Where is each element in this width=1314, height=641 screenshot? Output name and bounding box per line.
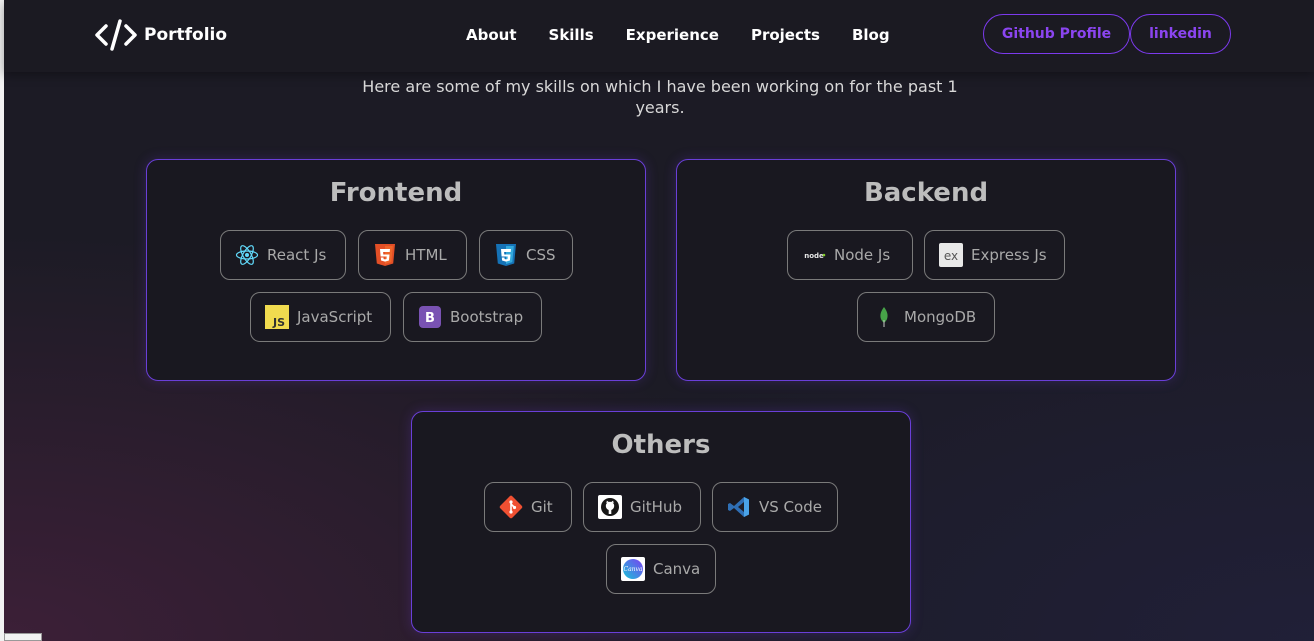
bootstrap-icon: B [418, 305, 442, 329]
vscode-icon [727, 495, 751, 519]
skill-chip-canva: Canva Canva [606, 544, 716, 594]
skill-label: React Js [267, 246, 327, 264]
svg-text:JS: JS [272, 316, 285, 329]
svg-text:node: node [804, 252, 824, 260]
skill-chip-vscode: VS Code [712, 482, 838, 532]
svg-text:B: B [425, 311, 435, 326]
skill-label: Node Js [834, 246, 891, 264]
skill-label: Git [531, 498, 553, 516]
javascript-icon: JS [265, 305, 289, 329]
backend-card: Backend node Node Js ex Express Js Mongo… [676, 159, 1176, 381]
git-icon [499, 495, 523, 519]
skills-intro: Here are some of my skills on which I ha… [362, 77, 958, 117]
skill-chip-css: CSS [479, 230, 573, 280]
navbar: Portfolio About Skills Experience Projec… [4, 0, 1314, 72]
html5-icon [373, 243, 397, 267]
skill-chip-git: Git [484, 482, 572, 532]
skill-chip-react: React Js [220, 230, 346, 280]
code-icon [94, 18, 138, 52]
svg-text:Canva: Canva [624, 566, 643, 573]
skill-label: CSS [526, 246, 556, 264]
others-card: Others Git GitHub VS Code Canva Canva [411, 411, 911, 633]
logo[interactable]: Portfolio [94, 18, 227, 52]
css3-icon [494, 243, 518, 267]
nav-link-experience[interactable]: Experience [626, 26, 719, 44]
skill-chip-nodejs: node Node Js [787, 230, 913, 280]
skill-label: Express Js [971, 246, 1047, 264]
nav-link-about[interactable]: About [466, 26, 517, 44]
skill-chip-mongodb: MongoDB [857, 292, 995, 342]
skill-label: Canva [653, 560, 701, 578]
skill-label: HTML [405, 246, 447, 264]
skill-label: VS Code [759, 498, 822, 516]
skill-label: JavaScript [297, 308, 373, 326]
nav-link-blog[interactable]: Blog [852, 26, 890, 44]
nav-menu: About Skills Experience Projects Blog [466, 26, 890, 44]
skill-chip-javascript: JS JavaScript [250, 292, 391, 342]
skill-chip-github: GitHub [583, 482, 701, 532]
logo-text: Portfolio [144, 25, 228, 45]
nodejs-icon: node [802, 243, 826, 267]
skill-chip-bootstrap: B Bootstrap [403, 292, 542, 342]
skill-label: GitHub [630, 498, 682, 516]
window-edge [0, 0, 4, 641]
skill-label: Bootstrap [450, 308, 524, 326]
frontend-card: Frontend React Js HTML CSS JS JavaScript… [146, 159, 646, 381]
skill-chip-html: HTML [358, 230, 467, 280]
github-profile-button[interactable]: Github Profile [983, 14, 1130, 54]
github-icon [598, 495, 622, 519]
skill-chip-express: ex Express Js [924, 230, 1065, 280]
card-title: Backend [863, 178, 989, 208]
express-icon: ex [939, 243, 963, 267]
mongodb-icon [872, 305, 896, 329]
skill-label: MongoDB [904, 308, 977, 326]
card-title: Frontend [329, 178, 463, 208]
card-title: Others [611, 430, 711, 460]
linkedin-button[interactable]: linkedin [1130, 14, 1231, 54]
react-icon [235, 243, 259, 267]
taskbar-start-button[interactable] [4, 633, 42, 641]
nav-link-skills[interactable]: Skills [549, 26, 594, 44]
nav-link-projects[interactable]: Projects [751, 26, 820, 44]
svg-text:ex: ex [944, 249, 958, 263]
canva-icon: Canva [621, 557, 645, 581]
